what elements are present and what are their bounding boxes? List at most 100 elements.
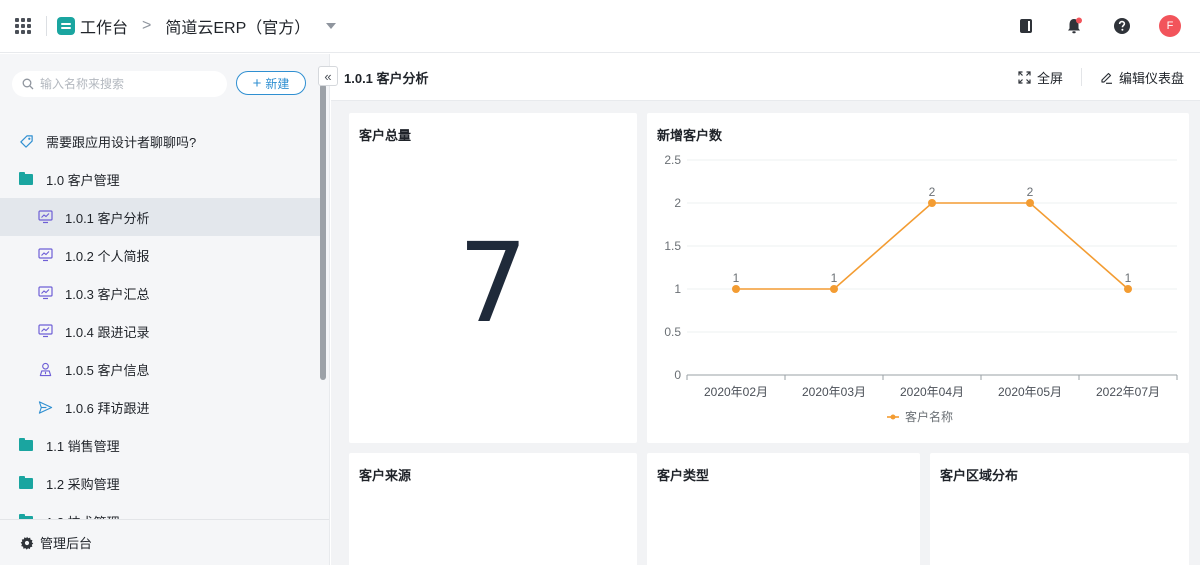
x-tick-label: 2022年07月 bbox=[1096, 385, 1160, 399]
person-icon bbox=[37, 361, 53, 377]
app-name[interactable]: 简道云ERP（官方） bbox=[165, 14, 310, 38]
sidebar-item-personal-brief[interactable]: 1.0.2 个人简报 bbox=[0, 236, 320, 274]
pencil-icon bbox=[1100, 71, 1113, 84]
sidebar-item-label: 1.0 客户管理 bbox=[46, 172, 120, 188]
x-tick-label: 2020年02月 bbox=[704, 385, 768, 399]
data-label: 2 bbox=[929, 185, 936, 199]
sidebar-scrollbar[interactable] bbox=[320, 84, 326, 380]
top-bar: 工作台 > 简道云ERP（官方） F bbox=[0, 0, 1200, 53]
dashboard-icon bbox=[37, 209, 53, 225]
data-label: 1 bbox=[831, 271, 838, 285]
fullscreen-button[interactable]: 全屏 bbox=[1018, 68, 1063, 87]
y-tick-label: 2 bbox=[674, 196, 681, 210]
admin-backend-label: 管理后台 bbox=[40, 536, 93, 551]
card-title: 客户类型 bbox=[657, 468, 710, 483]
sidebar: +新建 需要跟应用设计者聊聊吗? 1.0 客户管理 1.0.1 客户分析 1.0… bbox=[0, 54, 330, 565]
x-tick-label: 2020年04月 bbox=[900, 385, 964, 399]
sidebar-item-sales-mgmt[interactable]: 1.1 销售管理 bbox=[0, 426, 320, 464]
data-label: 1 bbox=[1125, 271, 1132, 285]
sidebar-item-visit-followup[interactable]: 1.0.6 拜访跟进 bbox=[0, 388, 320, 426]
chevron-right-icon: > bbox=[142, 17, 152, 34]
nav-tree: 需要跟应用设计者聊聊吗? 1.0 客户管理 1.0.1 客户分析 1.0.2 个… bbox=[0, 122, 320, 540]
line-chart: 0 0.5 1 1.5 2 2.5 2020年02月 2020年03月 2020年04月 2020… bbox=[664, 153, 1178, 424]
sidebar-item-label: 1.2 采购管理 bbox=[46, 476, 120, 492]
dashboard-header: 1.0.1 客户分析 全屏 编辑仪表盘 bbox=[331, 54, 1200, 101]
sidebar-item-customer-analysis[interactable]: 1.0.1 客户分析 bbox=[0, 198, 320, 236]
search-icon bbox=[22, 78, 34, 90]
y-tick-label: 1.5 bbox=[664, 239, 681, 253]
sidebar-item-label: 1.0.3 客户汇总 bbox=[65, 286, 150, 302]
data-point bbox=[1124, 285, 1132, 293]
folder-icon bbox=[18, 475, 34, 491]
notebook-icon[interactable] bbox=[1015, 15, 1037, 37]
x-tick-label: 2020年05月 bbox=[998, 385, 1062, 399]
x-tick-label: 2020年03月 bbox=[802, 385, 866, 399]
folder-icon bbox=[18, 437, 34, 453]
data-point bbox=[1026, 199, 1034, 207]
card-customer-source: 客户来源 bbox=[349, 453, 637, 565]
new-button[interactable]: + 新建 bbox=[236, 71, 306, 95]
workbench-label: 工作台 bbox=[80, 20, 129, 37]
dashboard-icon bbox=[37, 285, 53, 301]
dashboard-icon bbox=[37, 247, 53, 263]
workbench-logo-icon bbox=[57, 17, 75, 35]
bell-icon[interactable] bbox=[1063, 15, 1085, 37]
card-customer-total: 客户总量 7 bbox=[349, 113, 637, 443]
sidebar-item-customer-summary[interactable]: 1.0.3 客户汇总 bbox=[0, 274, 320, 312]
edit-dashboard-label: 编辑仪表盘 bbox=[1118, 70, 1184, 86]
y-tick-label: 0 bbox=[674, 368, 681, 382]
sidebar-item-label: 需要跟应用设计者聊聊吗? bbox=[46, 134, 197, 150]
divider bbox=[46, 16, 47, 36]
sidebar-item-label: 1.0.2 个人简报 bbox=[65, 248, 150, 264]
data-point bbox=[830, 285, 838, 293]
user-avatar[interactable]: F bbox=[1159, 15, 1181, 37]
y-tick-label: 1 bbox=[674, 282, 681, 296]
plus-icon: + bbox=[252, 74, 262, 92]
data-point bbox=[732, 285, 740, 293]
card-title: 客户总量 bbox=[359, 128, 412, 143]
sidebar-item-customer-mgmt[interactable]: 1.0 客户管理 bbox=[0, 160, 320, 198]
card-new-customers: 新增客户数 0 0.5 1 1.5 2 2.5 2020年02月 2020年03月 2020年0… bbox=[647, 113, 1189, 443]
fullscreen-icon bbox=[1018, 70, 1031, 84]
tag-icon bbox=[18, 133, 34, 149]
y-tick-label: 0.5 bbox=[664, 325, 681, 339]
kpi-value: 7 bbox=[458, 219, 528, 347]
chevron-down-icon[interactable] bbox=[326, 23, 337, 29]
avatar: F bbox=[1159, 15, 1181, 37]
data-point bbox=[928, 199, 936, 207]
admin-backend-link[interactable]: 管理后台 bbox=[0, 519, 329, 565]
sidebar-item-label: 1.0.4 跟进记录 bbox=[65, 324, 150, 340]
search-input[interactable] bbox=[40, 77, 210, 91]
edit-dashboard-button[interactable]: 编辑仪表盘 bbox=[1100, 68, 1184, 87]
folder-icon bbox=[18, 171, 34, 187]
sidebar-item-followup-records[interactable]: 1.0.4 跟进记录 bbox=[0, 312, 320, 350]
sidebar-item-customer-info[interactable]: 1.0.5 客户信息 bbox=[0, 350, 320, 388]
main-content: 1.0.1 客户分析 全屏 编辑仪表盘 客户总量 7 新增客户数 0 0.5 1 1.… bbox=[331, 54, 1200, 565]
sidebar-item-label: 1.0.6 拜访跟进 bbox=[65, 400, 150, 416]
divider bbox=[1080, 68, 1082, 86]
search-box[interactable] bbox=[12, 71, 227, 97]
gear-icon bbox=[20, 536, 34, 550]
card-customer-region: 客户区域分布 bbox=[930, 453, 1189, 565]
sidebar-item-label: 1.1 销售管理 bbox=[46, 438, 120, 454]
sidebar-item-designer-chat[interactable]: 需要跟应用设计者聊聊吗? bbox=[0, 122, 320, 160]
collapse-sidebar-button[interactable]: « bbox=[318, 66, 338, 86]
sidebar-item-purchase-mgmt[interactable]: 1.2 采购管理 bbox=[0, 464, 320, 502]
card-title: 客户区域分布 bbox=[940, 468, 1019, 483]
data-label: 2 bbox=[1027, 185, 1034, 199]
help-icon[interactable] bbox=[1111, 15, 1133, 37]
page-title: 1.0.1 客户分析 bbox=[344, 70, 429, 86]
new-button-label: 新建 bbox=[265, 76, 290, 91]
legend-marker bbox=[890, 414, 896, 420]
legend-label: 客户名称 bbox=[905, 409, 953, 424]
y-tick-label: 2.5 bbox=[664, 153, 681, 167]
sidebar-item-label: 1.0.1 客户分析 bbox=[65, 210, 150, 226]
apps-grid-icon[interactable] bbox=[0, 0, 46, 53]
fullscreen-label: 全屏 bbox=[1036, 70, 1063, 86]
card-customer-type: 客户类型 bbox=[647, 453, 920, 565]
sidebar-item-label: 1.0.5 客户信息 bbox=[65, 362, 150, 378]
workbench-link[interactable]: 工作台 bbox=[57, 14, 128, 38]
dashboard-icon bbox=[37, 323, 53, 339]
card-title: 客户来源 bbox=[359, 468, 412, 483]
send-icon bbox=[37, 399, 53, 415]
